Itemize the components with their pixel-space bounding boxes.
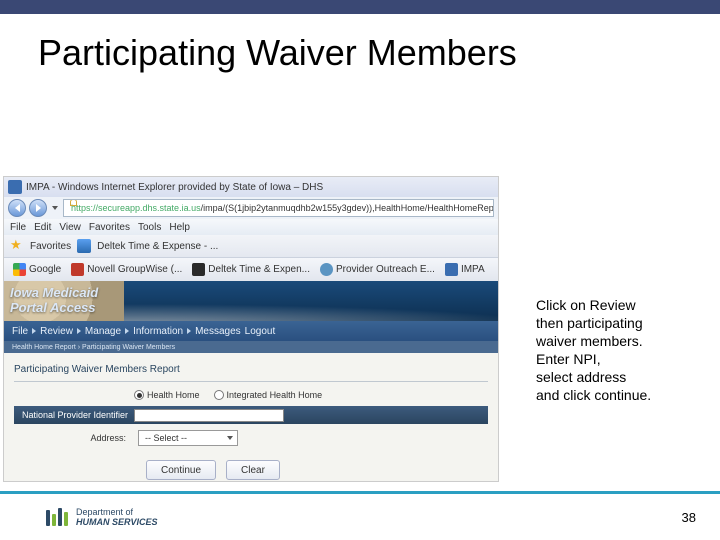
favorites-bar: Google Novell GroupWise (... Deltek Time…: [4, 257, 498, 281]
radio-selected-icon: [134, 390, 144, 400]
callout-line: then participating: [536, 314, 706, 332]
ie-icon: [8, 180, 22, 194]
menu-view[interactable]: View: [59, 222, 81, 233]
npi-input[interactable]: [134, 409, 284, 422]
tab-logout[interactable]: Logout: [245, 326, 276, 337]
provider-icon: [320, 263, 333, 276]
npi-label: National Provider Identifier: [22, 410, 128, 420]
favorites-header-row: ★ Favorites Deltek Time & Expense - ...: [4, 235, 498, 257]
impa-icon: [445, 263, 458, 276]
embedded-screenshot: IMPA - Windows Internet Explorer provide…: [3, 176, 499, 482]
tab-manage[interactable]: Manage: [85, 326, 129, 337]
google-icon: [13, 263, 26, 276]
favbar-item-provider[interactable]: Provider Outreach E...: [317, 263, 438, 276]
chevron-right-icon: [187, 328, 191, 334]
browser-menu-bar: File Edit View Favorites Tools Help: [4, 219, 498, 235]
radio-label: Health Home: [147, 390, 200, 400]
address-selected-value: -- Select --: [145, 433, 187, 443]
chevron-down-icon: [52, 206, 58, 210]
address-label: Address:: [22, 433, 132, 443]
instruction-callout: Click on Review then participating waive…: [536, 296, 706, 404]
slide-accent-bar: [0, 0, 720, 14]
fav-label: Deltek Time & Expen...: [208, 264, 310, 275]
callout-line: and click continue.: [536, 386, 706, 404]
chevron-right-icon: [77, 328, 81, 334]
callout-line: Click on Review: [536, 296, 706, 314]
menu-file[interactable]: File: [10, 222, 26, 233]
arrow-left-icon: [15, 204, 20, 212]
back-button[interactable]: [8, 199, 26, 217]
radio-label: Integrated Health Home: [227, 390, 323, 400]
window-title: IMPA - Windows Internet Explorer provide…: [26, 182, 323, 193]
tab-file[interactable]: File: [12, 326, 36, 337]
breadcrumb: Health Home Report › Participating Waive…: [4, 341, 498, 353]
forward-button[interactable]: [29, 199, 47, 217]
suggested-sites-icon: [77, 239, 91, 253]
report-form: Participating Waiver Members Report Heal…: [4, 353, 498, 482]
logo-text: Department of HUMAN SERVICES: [76, 507, 158, 527]
slide-title: Participating Waiver Members: [0, 14, 720, 84]
menu-tools[interactable]: Tools: [138, 222, 161, 233]
tab-information[interactable]: Information: [133, 326, 191, 337]
portal-name-l2: Portal Access: [10, 300, 98, 315]
page-number: 38: [682, 510, 696, 525]
tab-messages[interactable]: Messages: [195, 326, 241, 337]
favbar-item-google[interactable]: Google: [10, 263, 64, 276]
tab-review[interactable]: Review: [40, 326, 81, 337]
portal-banner: Iowa Medicaid Portal Access: [4, 281, 498, 321]
browser-titlebar: IMPA - Windows Internet Explorer provide…: [4, 177, 498, 197]
favbar-item-deltek[interactable]: Deltek Time & Expen...: [189, 263, 313, 276]
browser-nav-row: https://secureapp.dhs.state.ia.us /impa/…: [4, 197, 498, 219]
novell-icon: [71, 263, 84, 276]
chevron-right-icon: [125, 328, 129, 334]
slide-footer: Department of HUMAN SERVICES 38: [0, 494, 720, 540]
nav-history-dropdown[interactable]: [50, 199, 60, 217]
chevron-down-icon: [227, 436, 233, 440]
portal-nav-tabs: File Review Manage Information Messages …: [4, 321, 498, 341]
suggested-link[interactable]: Deltek Time & Expense - ...: [97, 241, 218, 252]
url-host: https://secureapp.dhs.state.ia.us: [71, 203, 201, 213]
radio-integrated-health-home[interactable]: Integrated Health Home: [214, 390, 323, 400]
favbar-item-novell[interactable]: Novell GroupWise (...: [68, 263, 185, 276]
favorites-label[interactable]: Favorites: [30, 241, 71, 252]
callout-line: Enter NPI,: [536, 350, 706, 368]
radio-group-home-type: Health Home Integrated Health Home: [14, 390, 488, 400]
portal-name: Iowa Medicaid Portal Access: [10, 285, 98, 315]
section-title: Participating Waiver Members Report: [14, 361, 488, 381]
arrow-right-icon: [36, 204, 41, 212]
address-row: Address: -- Select --: [14, 424, 488, 452]
fav-label: Novell GroupWise (...: [87, 264, 182, 275]
logo-line2: HUMAN SERVICES: [76, 517, 158, 527]
iowa-mark-icon: [46, 508, 68, 526]
url-path: /impa/(S(1jbip2ytanmuqdhb2w155y3gdev)),H…: [201, 203, 494, 213]
clear-button[interactable]: Clear: [226, 460, 280, 480]
callout-line: select address: [536, 368, 706, 386]
fav-label: Google: [29, 264, 61, 275]
banner-swoosh: [124, 303, 498, 321]
portal-name-l1: Iowa Medicaid: [10, 285, 98, 300]
logo-line1: Department of: [76, 507, 158, 517]
fav-label: IMPA: [461, 264, 485, 275]
npi-row: National Provider Identifier: [14, 406, 488, 424]
form-buttons: Continue Clear: [14, 452, 488, 480]
menu-help[interactable]: Help: [169, 222, 190, 233]
chevron-right-icon: [32, 328, 36, 334]
favbar-item-impa[interactable]: IMPA: [442, 263, 488, 276]
radio-unselected-icon: [214, 390, 224, 400]
menu-edit[interactable]: Edit: [34, 222, 51, 233]
star-icon: ★: [10, 239, 24, 253]
deltek-icon: [192, 263, 205, 276]
divider: [14, 381, 488, 382]
callout-line: waiver members.: [536, 332, 706, 350]
address-bar[interactable]: https://secureapp.dhs.state.ia.us /impa/…: [63, 199, 494, 217]
fav-label: Provider Outreach E...: [336, 264, 435, 275]
address-select[interactable]: -- Select --: [138, 430, 238, 446]
menu-favorites[interactable]: Favorites: [89, 222, 130, 233]
radio-health-home[interactable]: Health Home: [134, 390, 200, 400]
continue-button[interactable]: Continue: [146, 460, 216, 480]
dhs-logo: Department of HUMAN SERVICES: [46, 507, 158, 527]
